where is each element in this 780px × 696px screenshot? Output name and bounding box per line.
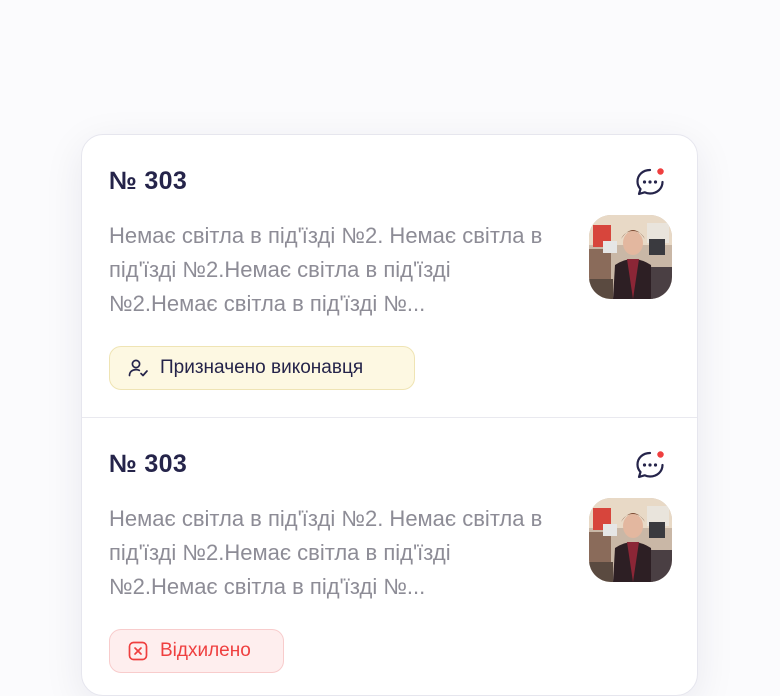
request-number: № 303 [109,167,188,195]
request-photo[interactable] [589,498,672,582]
photo-thumbnail-icon [589,498,672,582]
request-card[interactable]: № 303 Немає світла в під'їзді №2. Немає … [82,418,697,695]
status-badge: Призначено виконавця [109,346,415,390]
status-label: Призначено виконавця [160,357,364,378]
status-label: Відхилено [160,640,251,661]
status-badge: Відхилено [109,629,284,673]
request-description: Немає світла в під'їзді №2. Немає світла… [109,506,543,599]
chat-notification-icon[interactable] [634,166,666,198]
request-card[interactable]: № 303 Немає світла в під'їзді №2. Немає … [82,135,697,417]
user-check-icon [128,359,148,377]
close-square-icon [128,641,148,661]
photo-thumbnail-icon [589,215,672,299]
requests-list: № 303 Немає світла в під'їзді №2. Немає … [81,134,698,696]
request-description: Немає світла в під'їзді №2. Немає світла… [109,223,543,316]
request-number: № 303 [109,450,188,478]
chat-notification-icon[interactable] [634,449,666,481]
request-photo[interactable] [589,215,672,299]
